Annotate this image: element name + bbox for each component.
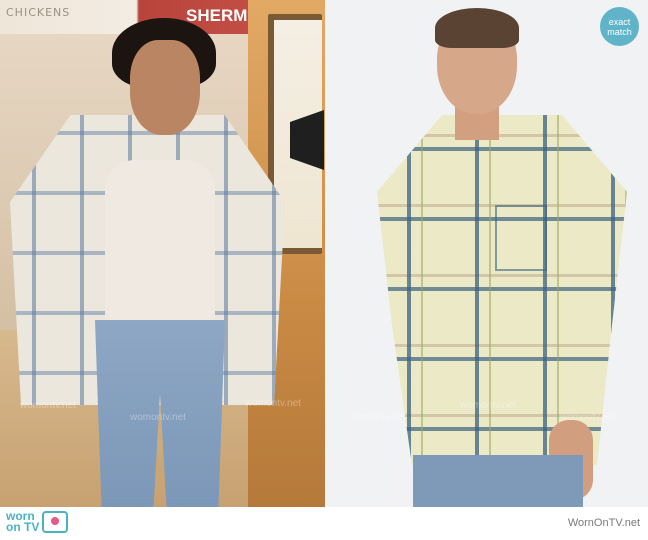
jeans [413, 455, 583, 507]
watermark: womontv.net [560, 412, 616, 423]
store-sign-text: CHICKENS [6, 6, 71, 19]
footer-bar [0, 507, 648, 540]
tv-icon [42, 511, 69, 533]
watermark: womontv.net [130, 412, 186, 423]
shirt-pocket [495, 205, 547, 271]
exact-match-badge: exact match [600, 7, 639, 46]
watermark: womontv.net [460, 400, 516, 411]
watermark: womontv.net [350, 412, 406, 423]
logo-text-line: on TV [6, 520, 40, 534]
hair [435, 8, 519, 48]
watermark: womontv.net [245, 398, 301, 409]
photo-right-product [325, 0, 648, 507]
photo-left-scene: CHICKENS SHERMA [0, 0, 325, 507]
tank-top [105, 160, 215, 320]
wornontv-logo[interactable]: worn on TV [6, 509, 69, 535]
head [130, 40, 200, 135]
site-name[interactable]: WornOnTV.net [568, 517, 640, 529]
badge-line: match [607, 26, 632, 37]
logo-text: worn on TV [6, 510, 40, 534]
logo-text-tv: TV [24, 520, 40, 534]
logo-text-on: on [6, 520, 21, 534]
badge-line: exact [608, 16, 631, 27]
watermark: womontv.net [20, 400, 76, 411]
